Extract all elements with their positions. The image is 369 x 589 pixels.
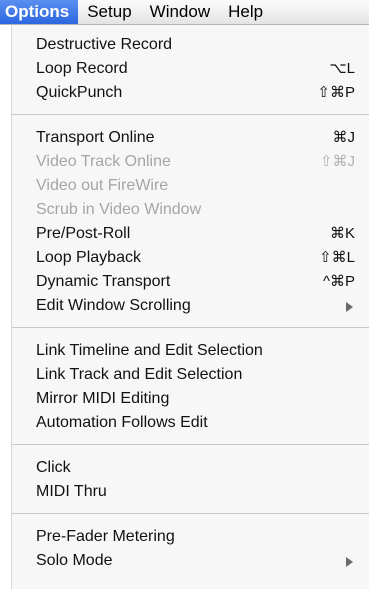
- menubar-help[interactable]: Help: [219, 0, 272, 24]
- menu-group-transport: Transport Online ⌘J Video Track Online ⇧…: [12, 118, 369, 324]
- submenu-arrow-icon: [346, 302, 353, 312]
- menu-separator: [12, 444, 369, 445]
- menu-item-label: Transport Online: [36, 129, 155, 146]
- menu-item-label: Video Track Online: [36, 153, 171, 170]
- menu-item-label: MIDI Thru: [36, 483, 107, 500]
- menu-item-label: Loop Record: [36, 60, 128, 77]
- menu-item-shortcut: ⌘K: [329, 225, 355, 242]
- menu-bar: Options Setup Window Help: [0, 0, 369, 25]
- menu-item-label: Pre/Post-Roll: [36, 225, 131, 242]
- menu-item-pre-fader-metering[interactable]: Pre-Fader Metering: [12, 525, 369, 549]
- menu-item-label: Pre-Fader Metering: [36, 528, 175, 545]
- menu-item-label: Scrub in Video Window: [36, 201, 202, 218]
- menu-item-label: QuickPunch: [36, 84, 123, 101]
- menubar-window[interactable]: Window: [141, 0, 219, 24]
- menu-separator: [12, 513, 369, 514]
- menu-item-label: Mirror MIDI Editing: [36, 390, 170, 407]
- menu-item-shortcut: ⇧⌘P: [317, 84, 355, 101]
- menu-item-label: Click: [36, 459, 71, 476]
- menu-item-mirror-midi-editing[interactable]: Mirror MIDI Editing: [12, 387, 369, 411]
- menu-item-shortcut: ⌘J: [332, 129, 356, 146]
- menu-item-label: Edit Window Scrolling: [36, 297, 191, 314]
- menu-item-shortcut: ⌥L: [329, 60, 355, 77]
- menu-item-scrub-in-video-window: Scrub in Video Window: [12, 198, 369, 222]
- menu-separator: [12, 114, 369, 115]
- menu-separator: [12, 327, 369, 328]
- menu-item-video-track-online: Video Track Online ⇧⌘J: [12, 150, 369, 174]
- menu-item-shortcut: ⇧⌘L: [319, 249, 355, 266]
- menu-item-label: Link Track and Edit Selection: [36, 366, 243, 383]
- menu-item-link-track-edit-selection[interactable]: Link Track and Edit Selection: [12, 363, 369, 387]
- menu-item-shortcut: ⇧⌘J: [319, 153, 355, 170]
- menu-item-transport-online[interactable]: Transport Online ⌘J: [12, 126, 369, 150]
- submenu-arrow-icon: [346, 557, 353, 567]
- menu-item-label: Video out FireWire: [36, 177, 169, 194]
- menu-group-metering: Pre-Fader Metering Solo Mode: [12, 517, 369, 579]
- menu-item-dynamic-transport[interactable]: Dynamic Transport ^⌘P: [12, 270, 369, 294]
- menu-item-midi-thru[interactable]: MIDI Thru: [12, 480, 369, 504]
- menu-group-midi: Click MIDI Thru: [12, 448, 369, 510]
- menu-item-automation-follows-edit[interactable]: Automation Follows Edit: [12, 411, 369, 435]
- menu-item-label: Loop Playback: [36, 249, 141, 266]
- menu-item-shortcut: ^⌘P: [322, 273, 355, 290]
- screen: Options Setup Window Help Destructive Re…: [0, 0, 369, 589]
- menu-item-loop-playback[interactable]: Loop Playback ⇧⌘L: [12, 246, 369, 270]
- menu-item-label: Destructive Record: [36, 36, 173, 53]
- options-menu: Destructive Record Loop Record ⌥L QuickP…: [11, 25, 369, 589]
- menu-item-video-out-firewire: Video out FireWire: [12, 174, 369, 198]
- menubar-options[interactable]: Options: [0, 0, 79, 24]
- menu-item-click[interactable]: Click: [12, 456, 369, 480]
- menu-item-label: Automation Follows Edit: [36, 414, 208, 431]
- menu-item-solo-mode[interactable]: Solo Mode: [12, 549, 369, 573]
- menu-item-quickpunch[interactable]: QuickPunch ⇧⌘P: [12, 81, 369, 105]
- menubar-setup[interactable]: Setup: [78, 0, 140, 24]
- menu-item-label: Link Timeline and Edit Selection: [36, 342, 263, 359]
- menu-group-link: Link Timeline and Edit Selection Link Tr…: [12, 331, 369, 441]
- menu-item-loop-record[interactable]: Loop Record ⌥L: [12, 57, 369, 81]
- menu-item-label: Dynamic Transport: [36, 273, 171, 290]
- menu-item-pre-post-roll[interactable]: Pre/Post-Roll ⌘K: [12, 222, 369, 246]
- menu-item-label: Solo Mode: [36, 552, 113, 569]
- menu-item-destructive-record[interactable]: Destructive Record: [12, 33, 369, 57]
- menu-item-edit-window-scrolling[interactable]: Edit Window Scrolling: [12, 294, 369, 318]
- menu-item-link-timeline-edit-selection[interactable]: Link Timeline and Edit Selection: [12, 339, 369, 363]
- menu-group-record: Destructive Record Loop Record ⌥L QuickP…: [12, 25, 369, 111]
